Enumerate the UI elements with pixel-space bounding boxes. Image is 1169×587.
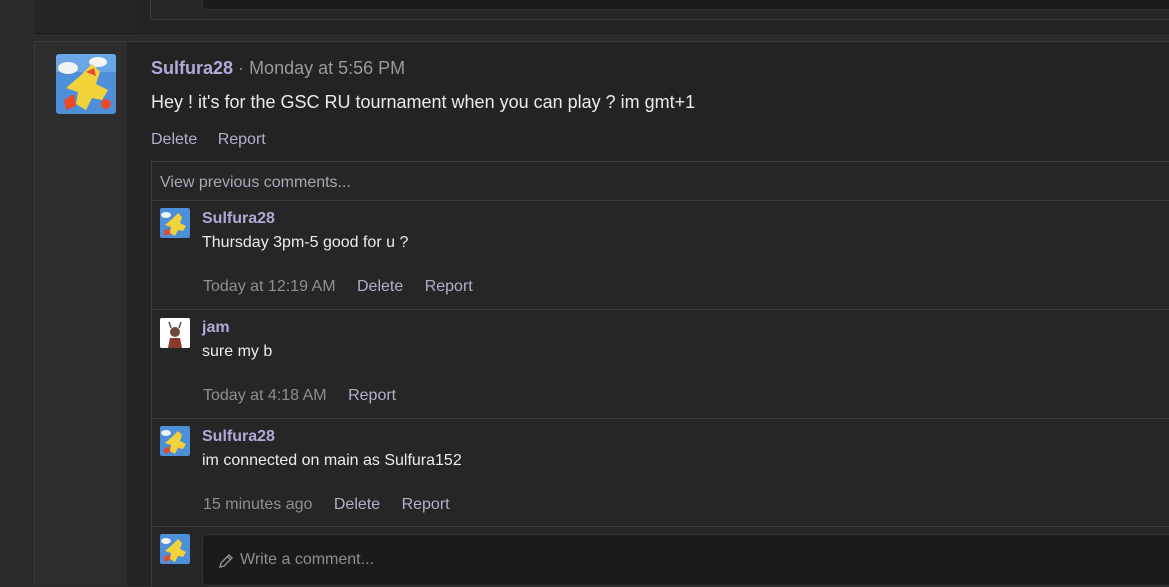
comment-input-placeholder: Write a comment... bbox=[240, 551, 374, 568]
post-timestamp[interactable]: Monday at 5:56 PM bbox=[249, 58, 405, 78]
post-arrow bbox=[127, 70, 136, 88]
comment-item: jam sure my b Today at 4:18 AM Report bbox=[152, 310, 1169, 419]
comment-author[interactable]: Sulfura28 bbox=[202, 428, 275, 446]
post-text: Hey ! it's for the GSC RU tournament whe… bbox=[151, 92, 696, 112]
delete-button[interactable]: Delete bbox=[334, 496, 380, 513]
delete-button[interactable]: Delete bbox=[357, 278, 403, 295]
comment-timestamp[interactable]: Today at 12:19 AM bbox=[203, 278, 336, 295]
comment-actions: Today at 4:18 AM Report bbox=[203, 387, 413, 405]
delete-button[interactable]: Delete bbox=[151, 131, 197, 148]
comment-timestamp[interactable]: Today at 4:18 AM bbox=[203, 387, 327, 404]
header-separator: · bbox=[238, 58, 245, 78]
post-header: Sulfura28 · Monday at 5:56 PM bbox=[151, 58, 405, 79]
comment-timestamp[interactable]: 15 minutes ago bbox=[203, 496, 312, 513]
post-author[interactable]: Sulfura28 bbox=[151, 58, 233, 78]
comment-actions: 15 minutes ago Delete Report bbox=[203, 496, 467, 514]
avatar-column bbox=[35, 42, 127, 586]
comment-text: im connected on main as Sulfura152 bbox=[202, 452, 462, 469]
post-actions: Delete Report bbox=[151, 131, 282, 149]
comment-item: Sulfura28 im connected on main as Sulfur… bbox=[152, 419, 1169, 527]
comment-avatar[interactable] bbox=[160, 318, 190, 348]
comment-text: sure my b bbox=[202, 343, 273, 360]
comment-actions: Today at 12:19 AM Delete Report bbox=[203, 278, 490, 296]
comment-text: Thursday 3pm-5 good for u ? bbox=[202, 234, 409, 251]
avatar[interactable] bbox=[56, 54, 116, 114]
report-button[interactable]: Report bbox=[425, 278, 473, 295]
left-gutter bbox=[0, 0, 34, 585]
pencil-icon bbox=[219, 554, 233, 568]
previous-message bbox=[34, 0, 1169, 34]
comment-input[interactable]: Write a comment... bbox=[202, 534, 1169, 586]
view-previous-comments-link[interactable]: View previous comments... bbox=[152, 162, 1169, 201]
profile-post: Sulfura28 · Monday at 5:56 PM Hey ! it's… bbox=[34, 41, 1169, 587]
comment-composer: Write a comment... bbox=[152, 526, 1169, 587]
comment-avatar[interactable] bbox=[160, 208, 190, 238]
report-button[interactable]: Report bbox=[348, 387, 396, 404]
report-button[interactable]: Report bbox=[218, 131, 266, 148]
report-button[interactable]: Report bbox=[402, 496, 450, 513]
comment-item: Sulfura28 Thursday 3pm-5 good for u ? To… bbox=[152, 201, 1169, 310]
comment-avatar[interactable] bbox=[160, 426, 190, 456]
previous-comment-input[interactable] bbox=[202, 0, 1169, 10]
comments-section: View previous comments... Sulfura28 Thur… bbox=[151, 161, 1169, 587]
comment-author[interactable]: jam bbox=[202, 319, 230, 337]
previous-avatar-column bbox=[34, 0, 138, 33]
composer-avatar bbox=[160, 534, 190, 564]
comment-author[interactable]: Sulfura28 bbox=[202, 210, 275, 228]
